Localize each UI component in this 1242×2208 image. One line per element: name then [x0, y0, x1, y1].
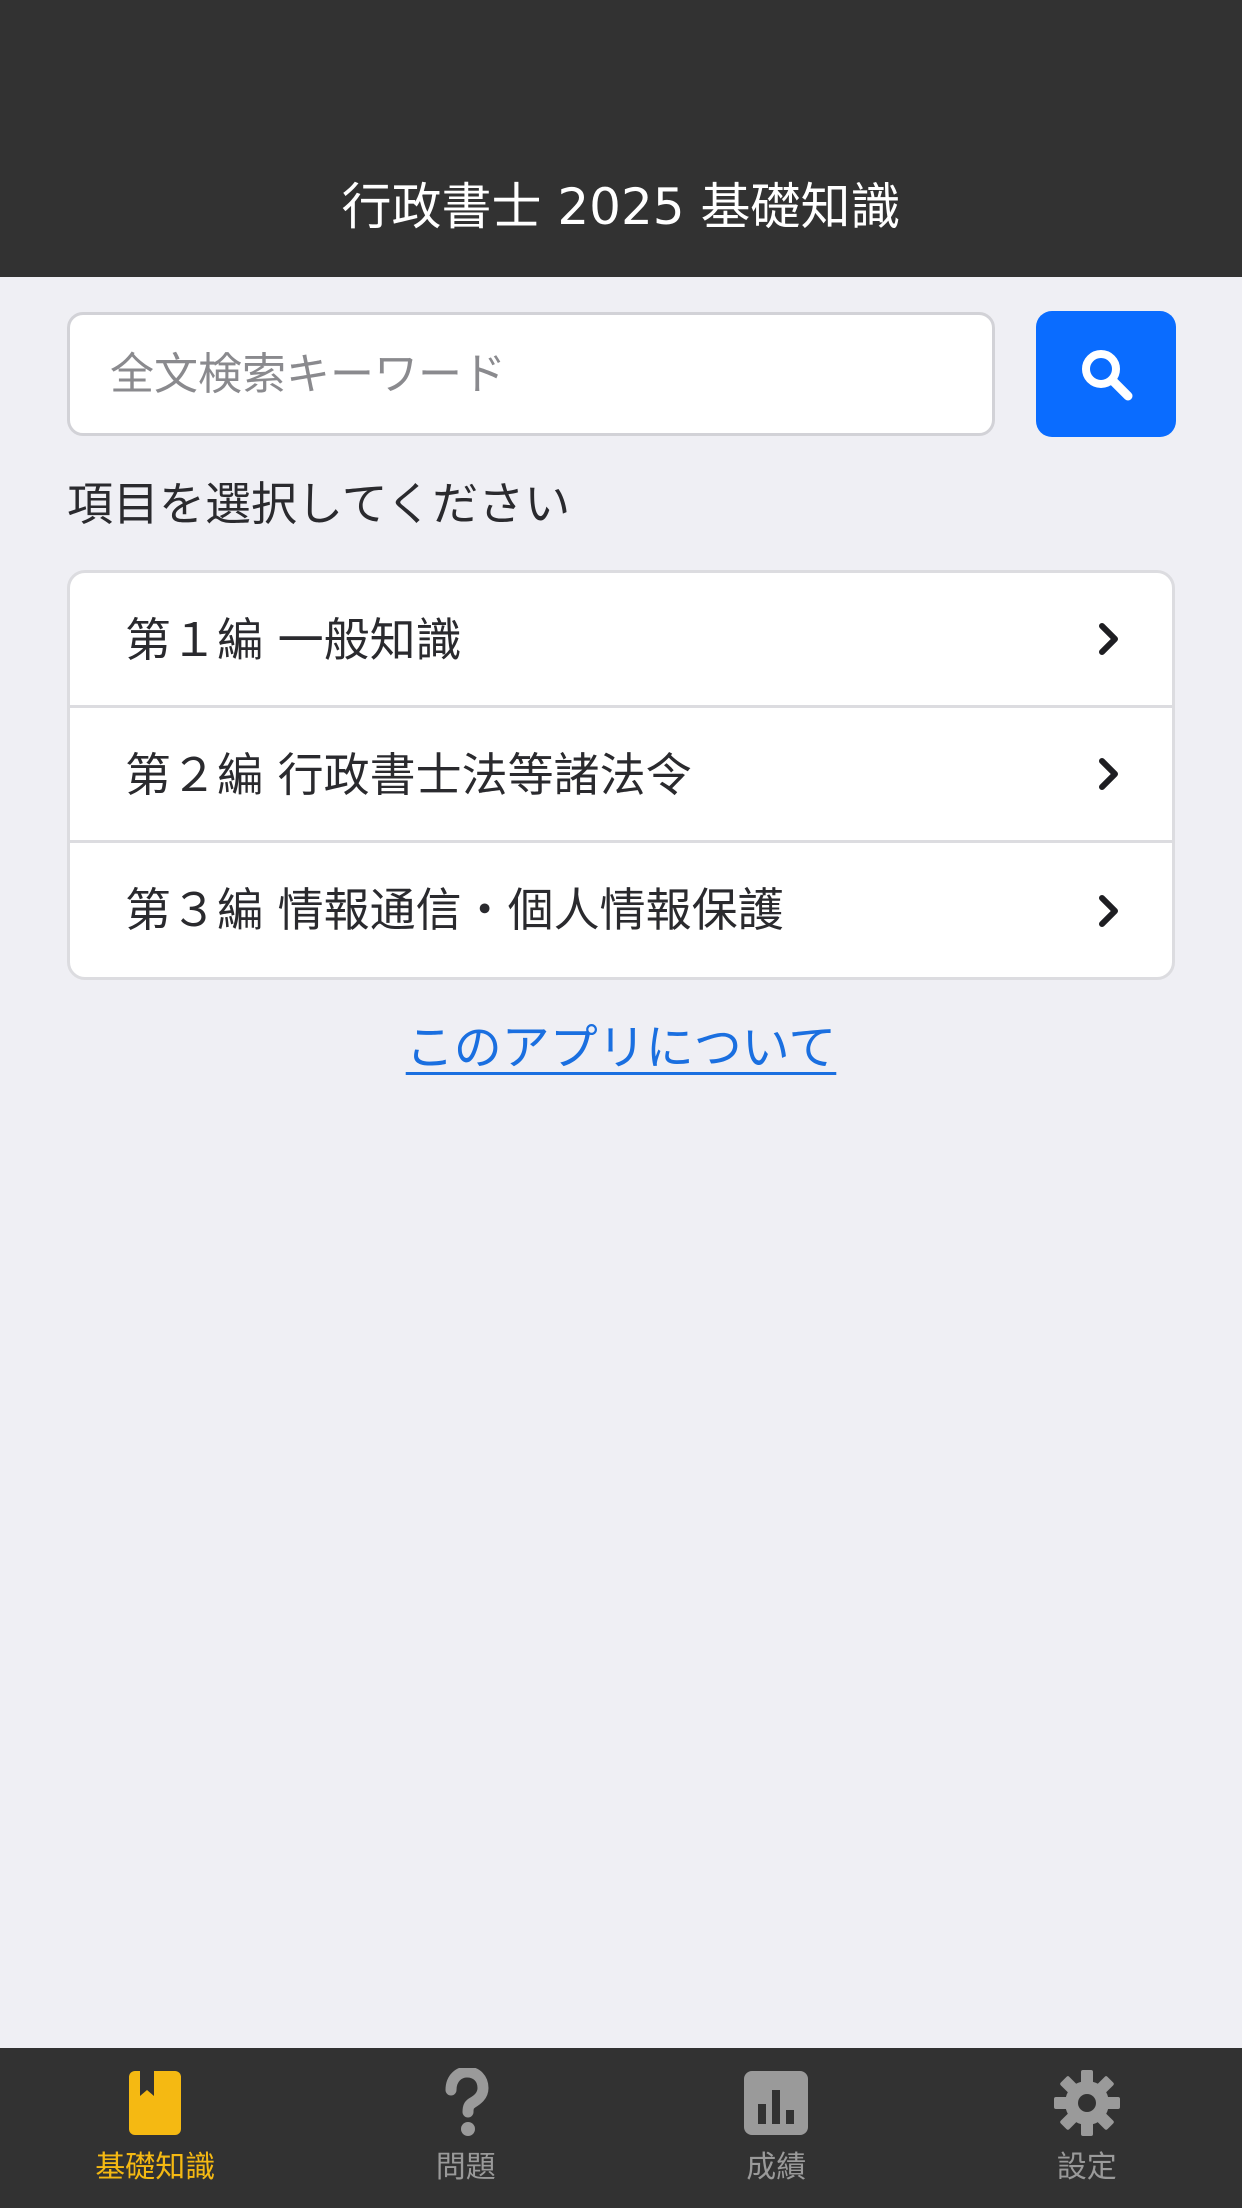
section-item-label: 第２編 行政書士法等諸法令 [125, 748, 692, 802]
tab-label: 基礎知識 [95, 2150, 216, 2185]
tab-label: 問題 [435, 2150, 496, 2185]
question-icon [445, 2068, 489, 2136]
tab-label: 設定 [1056, 2150, 1117, 2185]
section-item-3[interactable]: 第３編 情報通信・個人情報保護 [70, 843, 1172, 977]
bottom-tab-bar: 基礎知識 問題 成績 設定 [0, 2048, 1242, 2208]
tab-settings[interactable]: 設定 [932, 2048, 1242, 2208]
section-prompt: 項目を選択してください [67, 477, 571, 531]
search-icon [1082, 350, 1133, 401]
chart-icon [744, 2071, 809, 2135]
chevron-right-icon [1099, 758, 1118, 790]
tab-questions[interactable]: 問題 [311, 2048, 622, 2208]
chevron-right-icon [1099, 894, 1118, 927]
chevron-right-icon [1099, 623, 1118, 655]
page-title: 行政書士 2025 基礎知識 [341, 178, 901, 236]
search-input[interactable] [67, 312, 995, 436]
app-screen: 行政書士 2025 基礎知識 項目を選択してください 第１編 一般知識 第２編 … [0, 0, 1242, 2208]
search-button[interactable] [1036, 311, 1176, 437]
section-item-1[interactable]: 第１編 一般知識 [70, 573, 1172, 708]
gear-icon [1053, 2070, 1120, 2136]
about-link-container: このアプリについて [0, 1016, 1242, 1080]
app-header: 行政書士 2025 基礎知識 [0, 0, 1242, 277]
about-app-link[interactable]: このアプリについて [406, 1020, 837, 1076]
section-item-2[interactable]: 第２編 行政書士法等諸法令 [70, 708, 1172, 843]
section-item-label: 第３編 情報通信・個人情報保護 [125, 883, 784, 937]
tab-basic-knowledge[interactable]: 基礎知識 [0, 2048, 311, 2208]
tab-results[interactable]: 成績 [621, 2048, 932, 2208]
section-item-label: 第１編 一般知識 [125, 613, 462, 667]
book-icon [129, 2071, 182, 2135]
section-list: 第１編 一般知識 第２編 行政書士法等諸法令 第３編 情報通信・個人情報保護 [67, 570, 1175, 980]
tab-label: 成績 [746, 2150, 807, 2185]
